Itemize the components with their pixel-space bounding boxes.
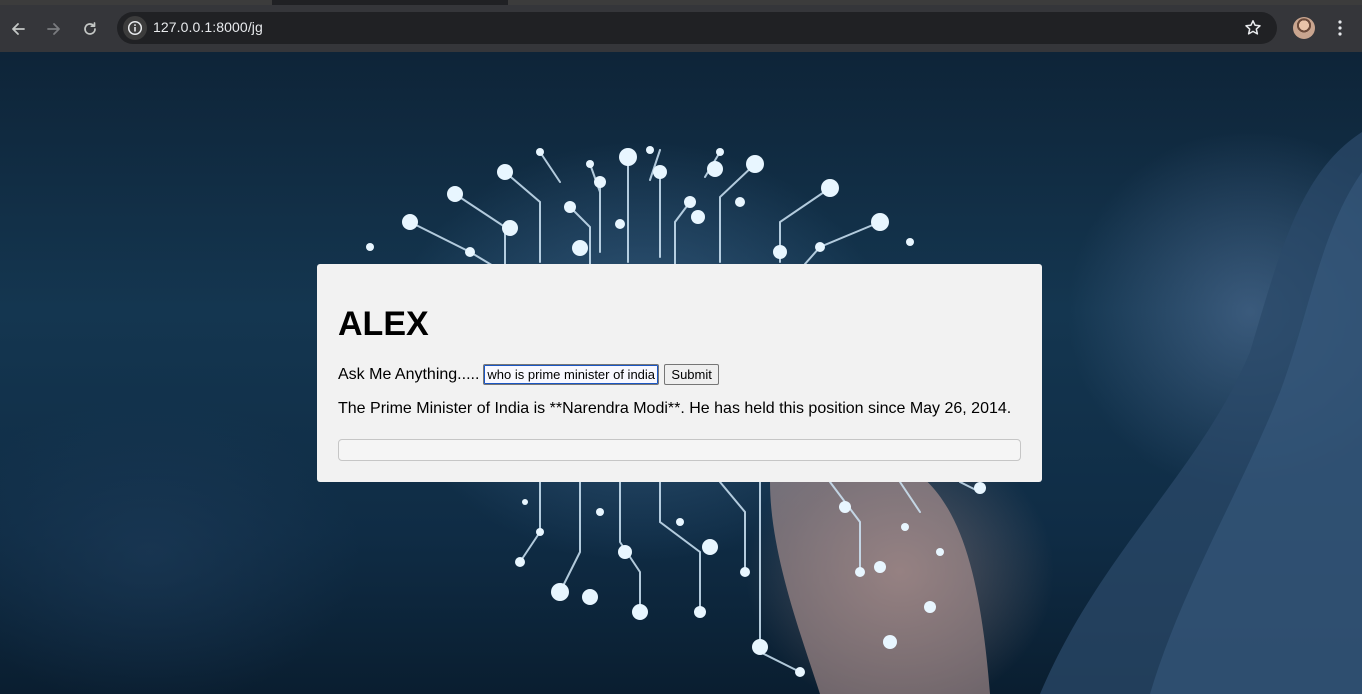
browser-toolbar: 127.0.0.1:8000/jg: [0, 5, 1362, 52]
more-vertical-icon: [1338, 20, 1342, 36]
star-icon: [1245, 20, 1261, 35]
bookmark-button[interactable]: [1243, 18, 1263, 38]
submit-button[interactable]: Submit: [664, 364, 719, 385]
response-history-box: [338, 439, 1021, 461]
avatar[interactable]: [1293, 17, 1315, 39]
arrow-left-icon: [12, 23, 25, 35]
answer-text: The Prime Minister of India is **Narendr…: [338, 400, 1012, 417]
forward-button[interactable]: [40, 15, 68, 43]
reload-icon: [84, 22, 96, 35]
reload-button[interactable]: [76, 15, 104, 43]
ask-label: Ask Me Anything.....: [338, 365, 480, 383]
address-bar[interactable]: 127.0.0.1:8000/jg: [117, 12, 1277, 44]
arrow-right-icon: [47, 23, 60, 35]
page-viewport: ALEX Ask Me Anything..... Submit The Pri…: [0, 52, 1362, 694]
ask-form: Ask Me Anything..... Submit: [338, 364, 719, 385]
question-input[interactable]: [483, 364, 660, 385]
url-text[interactable]: 127.0.0.1:8000/jg: [153, 19, 263, 35]
chat-card: ALEX Ask Me Anything..... Submit The Pri…: [317, 264, 1042, 482]
page-title: ALEX: [338, 305, 429, 343]
info-icon: [127, 20, 143, 36]
back-button[interactable]: [4, 15, 32, 43]
site-info-button[interactable]: [123, 16, 147, 40]
browser-menu-button[interactable]: [1330, 17, 1350, 39]
